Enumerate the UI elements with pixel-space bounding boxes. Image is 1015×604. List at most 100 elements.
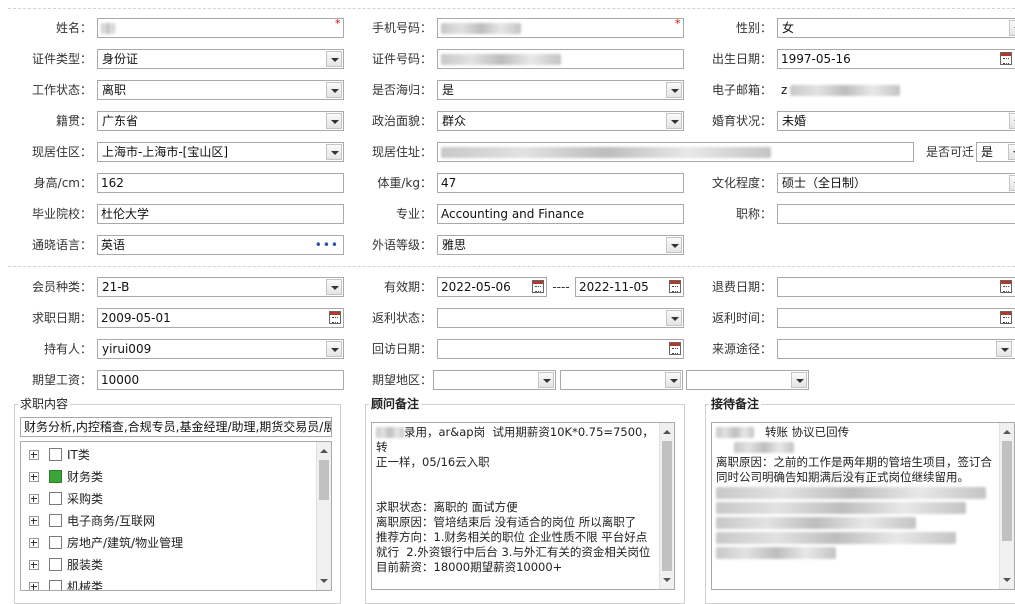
holder-select[interactable]: yirui009 <box>97 339 344 359</box>
chevron-down-icon[interactable] <box>666 237 682 253</box>
gender-select[interactable]: 女 <box>777 18 1015 38</box>
region-province-select[interactable] <box>433 370 556 390</box>
reception-notes-textarea[interactable]: 转账 协议已回传 离职原因：之前的工作是两年期的管培生项目，签订合同时公司明确告… <box>711 422 1015 590</box>
scroll-up-icon[interactable] <box>317 444 331 458</box>
checkbox[interactable] <box>49 580 62 590</box>
birth-date-input[interactable]: 1997-05-16 <box>777 49 1015 69</box>
tree-scrollbar[interactable] <box>316 442 331 590</box>
political-select[interactable]: 群众 <box>437 111 684 131</box>
chevron-down-icon[interactable] <box>791 372 807 388</box>
chevron-down-icon[interactable] <box>326 279 342 295</box>
reception-scrollbar[interactable] <box>999 423 1014 589</box>
calendar-icon[interactable] <box>329 311 341 324</box>
calendar-icon[interactable] <box>1000 311 1012 324</box>
visit-date-input[interactable] <box>437 339 684 359</box>
height-input[interactable]: 162 <box>97 173 344 193</box>
region-city-select[interactable] <box>560 370 683 390</box>
expand-icon[interactable] <box>29 450 39 460</box>
chevron-down-icon[interactable] <box>666 310 682 326</box>
calendar-icon[interactable] <box>532 280 544 293</box>
valid-to-input[interactable]: 2022-11-05 <box>575 277 684 297</box>
calendar-icon[interactable] <box>1000 52 1012 65</box>
advisor-scrollbar[interactable] <box>659 423 674 589</box>
region-district-select[interactable] <box>686 370 809 390</box>
chevron-down-icon[interactable] <box>1008 144 1015 160</box>
chevron-down-icon[interactable] <box>996 341 1012 357</box>
scroll-down-icon[interactable] <box>1000 573 1014 587</box>
chevron-down-icon[interactable] <box>326 341 342 357</box>
refund-date-input[interactable] <box>777 277 1015 297</box>
major-input[interactable]: Accounting and Finance <box>437 204 684 224</box>
expand-icon[interactable] <box>29 538 39 548</box>
returnee-select[interactable]: 是 <box>437 80 684 100</box>
advisor-notes-textarea[interactable]: 录用，ar&ap岗 试用期薪资10K*0.75=7500，转 正一样，05/16… <box>371 422 675 590</box>
tree-item[interactable]: 采购类 <box>29 489 309 509</box>
tree-item[interactable]: 财务类 <box>29 467 309 487</box>
source-select[interactable] <box>777 339 1015 359</box>
work-status-select[interactable]: 离职 <box>97 80 344 100</box>
chevron-down-icon[interactable] <box>326 113 342 129</box>
member-type-select[interactable]: 21-B <box>97 277 344 297</box>
scroll-thumb[interactable] <box>1002 441 1012 541</box>
expand-icon[interactable] <box>29 516 39 526</box>
rebate-status-select[interactable] <box>437 308 684 328</box>
chevron-down-icon[interactable] <box>1009 113 1015 129</box>
tree-item[interactable]: 房地产/建筑/物业管理 <box>29 533 309 553</box>
lang-level-select[interactable]: 雅思 <box>437 235 684 255</box>
job-content-input[interactable]: 财务分析,内控稽查,合规专员,基金经理/助理,期货交易员/展 <box>20 417 332 437</box>
tree-item[interactable]: 机械类 <box>29 577 309 590</box>
marital-value: 未婚 <box>782 114 807 128</box>
scroll-up-icon[interactable] <box>660 425 674 439</box>
email-input[interactable]: z <box>777 80 1015 100</box>
apply-date-input[interactable]: 2009-05-01 <box>97 308 344 328</box>
phone-input[interactable] <box>437 18 684 38</box>
scroll-thumb[interactable] <box>662 441 672 571</box>
native-select[interactable]: 广东省 <box>97 111 344 131</box>
checkbox-checked[interactable] <box>49 470 62 483</box>
title-input[interactable] <box>777 204 1015 224</box>
rebate-time-input[interactable] <box>777 308 1015 328</box>
chevron-down-icon[interactable] <box>538 372 554 388</box>
chevron-down-icon[interactable] <box>326 82 342 98</box>
expand-icon[interactable] <box>29 472 39 482</box>
chevron-down-icon[interactable] <box>326 144 342 160</box>
language-input[interactable]: 英语 ••• <box>97 235 344 255</box>
checkbox[interactable] <box>49 448 62 461</box>
chevron-down-icon[interactable] <box>326 51 342 67</box>
chevron-down-icon[interactable] <box>665 372 681 388</box>
school-input[interactable]: 杜伦大学 <box>97 204 344 224</box>
tree-item[interactable]: 服装类 <box>29 555 309 575</box>
tree-item[interactable]: 电子商务/互联网 <box>29 511 309 531</box>
checkbox[interactable] <box>49 558 62 571</box>
education-select[interactable]: 硕士（全日制） <box>777 173 1015 193</box>
checkbox[interactable] <box>49 536 62 549</box>
residence-select[interactable]: 上海市-上海市-[宝山区] <box>97 142 344 162</box>
name-input[interactable] <box>97 18 344 38</box>
expand-icon[interactable] <box>29 560 39 570</box>
calendar-icon[interactable] <box>1000 280 1012 293</box>
checkbox[interactable] <box>49 492 62 505</box>
calendar-icon[interactable] <box>669 342 681 355</box>
checkbox[interactable] <box>49 514 62 527</box>
address-input[interactable] <box>437 142 914 162</box>
more-icon[interactable]: ••• <box>315 239 339 251</box>
scroll-up-icon[interactable] <box>1000 425 1014 439</box>
marital-select[interactable]: 未婚 <box>777 111 1015 131</box>
chevron-down-icon[interactable] <box>666 82 682 98</box>
scroll-down-icon[interactable] <box>317 574 331 588</box>
chevron-down-icon[interactable] <box>1009 175 1015 191</box>
id-no-input[interactable] <box>437 49 684 69</box>
weight-input[interactable]: 47 <box>437 173 684 193</box>
calendar-icon[interactable] <box>669 280 681 293</box>
tree-item[interactable]: IT类 <box>29 445 309 465</box>
salary-input[interactable]: 10000 <box>97 370 344 390</box>
expand-icon[interactable] <box>29 582 39 590</box>
chevron-down-icon[interactable] <box>1009 20 1015 36</box>
scroll-thumb[interactable] <box>319 460 329 500</box>
relocate-select[interactable]: 是 <box>976 142 1015 162</box>
valid-from-input[interactable]: 2022-05-06 <box>437 277 547 297</box>
scroll-down-icon[interactable] <box>660 573 674 587</box>
expand-icon[interactable] <box>29 494 39 504</box>
id-type-select[interactable]: 身份证 <box>97 49 344 69</box>
chevron-down-icon[interactable] <box>666 113 682 129</box>
